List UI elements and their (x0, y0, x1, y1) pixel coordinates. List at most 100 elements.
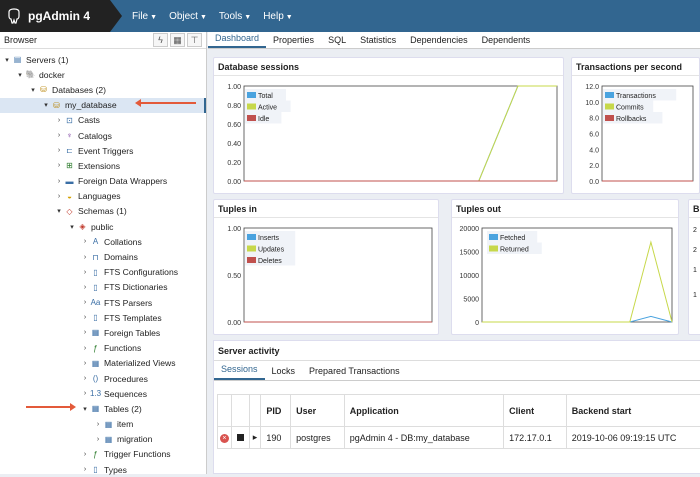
tree-item-functions[interactable]: ›ƒFunctions (0, 341, 206, 356)
expand-arrow-icon[interactable]: › (54, 178, 64, 185)
tree-item-catalogs[interactable]: ›♆Catalogs (0, 128, 206, 143)
extensions-icon: ⊞ (64, 161, 75, 170)
expand-arrow-icon[interactable]: › (80, 238, 90, 245)
expand-arrow-icon[interactable]: › (80, 284, 90, 291)
tree-item-trigger-functions[interactable]: ›ƒTrigger Functions (0, 447, 206, 462)
tree-item-label: Event Triggers (78, 146, 133, 156)
col-client[interactable]: Client (504, 395, 567, 427)
legend-label: Active (258, 105, 277, 112)
y-tick-label: 8.0 (589, 116, 599, 123)
legend-swatch (247, 234, 256, 240)
tab-dashboard[interactable]: Dashboard (208, 33, 266, 48)
tree-item-event-triggers[interactable]: ›⊏Event Triggers (0, 143, 206, 158)
tree-item-tables-2[interactable]: ▾▦Tables (2) (0, 401, 206, 416)
tree-item-sequences[interactable]: ›1.3Sequences (0, 386, 206, 401)
expand-arrow-icon[interactable]: › (80, 329, 90, 336)
legend-label: Commits (616, 105, 644, 112)
tree-item-label: Languages (78, 191, 121, 201)
expand-arrow-icon[interactable]: › (80, 466, 90, 473)
expand-arrow-icon[interactable]: › (93, 421, 103, 428)
expand-arrow-icon[interactable]: › (80, 314, 90, 321)
tree-item-databases-2[interactable]: ▾⛁Databases (2) (0, 82, 206, 97)
tree-item-servers-1[interactable]: ▾▤Servers (1) (0, 52, 206, 67)
filter-icon[interactable]: ⊤ (187, 33, 202, 47)
query-tool-icon[interactable]: ϟ (153, 33, 168, 47)
col-user[interactable]: User (291, 395, 345, 427)
expand-arrow-icon[interactable]: › (54, 193, 64, 200)
expand-arrow-icon[interactable]: › (80, 451, 90, 458)
expand-arrow-icon[interactable]: › (80, 269, 90, 276)
tree-item-foreign-tables[interactable]: ›▦Foreign Tables (0, 325, 206, 340)
collapse-arrow-icon[interactable]: ▾ (54, 207, 64, 215)
menu-help[interactable]: Help▼ (263, 11, 293, 22)
menu-tools[interactable]: Tools▼ (219, 11, 251, 22)
tree-item-procedures[interactable]: ›()Procedures (0, 371, 206, 386)
table-row: × ▸ 190 postgres pgAdmin 4 - DB:my_datab… (218, 427, 700, 449)
tree-item-label: Sequences (104, 389, 147, 399)
table-icon: ▦ (103, 435, 114, 444)
collapse-arrow-icon[interactable]: ▾ (80, 405, 90, 413)
expand-arrow-icon[interactable]: › (80, 375, 90, 382)
col-backend-start[interactable]: Backend start (566, 395, 700, 427)
tree-item-label: Schemas (1) (78, 206, 127, 216)
tree-item-extensions[interactable]: ›⊞Extensions (0, 158, 206, 173)
expand-arrow-icon[interactable]: › (93, 436, 103, 443)
terminate-session-icon[interactable] (231, 427, 249, 449)
expand-arrow-icon[interactable]: › (80, 360, 90, 367)
expand-arrow-icon[interactable]: › (80, 390, 90, 397)
foreign-tables-icon: ▦ (90, 328, 101, 337)
expand-row-icon[interactable]: ▸ (249, 427, 261, 449)
y-tick-label: 15000 (460, 250, 480, 257)
menu-file[interactable]: File▼ (132, 11, 157, 22)
collapse-arrow-icon[interactable]: ▾ (67, 223, 77, 231)
tab-sql[interactable]: SQL (321, 35, 353, 48)
tab-prepared-transactions[interactable]: Prepared Transactions (302, 366, 407, 380)
view-data-icon[interactable]: ▦ (170, 33, 185, 47)
tree-item-domains[interactable]: ›⊓Domains (0, 249, 206, 264)
collapse-arrow-icon[interactable]: ▾ (41, 101, 51, 109)
legend-label: Inserts (258, 235, 280, 242)
tree-item-materialized-views[interactable]: ›▦Materialized Views (0, 356, 206, 371)
tree-item-public[interactable]: ▾◈public (0, 219, 206, 234)
tree-item-fts-dictionaries[interactable]: ›▯FTS Dictionaries (0, 280, 206, 295)
cancel-query-icon[interactable]: × (218, 427, 232, 449)
tree-item-label: FTS Parsers (104, 298, 152, 308)
chart-title: Transactions per second (572, 58, 699, 76)
tree-item-fts-configurations[interactable]: ›▯FTS Configurations (0, 265, 206, 280)
domains-icon: ⊓ (90, 253, 101, 262)
y-tick-label: 1.00 (227, 226, 241, 233)
tab-dependencies[interactable]: Dependencies (403, 35, 475, 48)
collapse-arrow-icon[interactable]: ▾ (2, 56, 12, 64)
tree-item-types[interactable]: ›▯Types (0, 462, 206, 477)
expand-arrow-icon[interactable]: › (80, 299, 90, 306)
tree-item-languages[interactable]: ›◒Languages (0, 189, 206, 204)
tree-item-item[interactable]: ›▦item (0, 417, 206, 432)
expand-arrow-icon[interactable]: › (54, 147, 64, 154)
tree-item-collations[interactable]: ›ACollations (0, 234, 206, 249)
tab-locks[interactable]: Locks (265, 366, 303, 380)
menu-object[interactable]: Object▼ (169, 11, 207, 22)
expand-arrow-icon[interactable]: › (80, 345, 90, 352)
tab-sessions[interactable]: Sessions (214, 364, 265, 380)
main-area: Dashboard Properties SQL Statistics Depe… (208, 32, 700, 474)
col-pid[interactable]: PID (261, 395, 291, 427)
tab-properties[interactable]: Properties (266, 35, 321, 48)
series-line-returned (482, 242, 672, 322)
tree-item-schemas-1[interactable]: ▾◇Schemas (1) (0, 204, 206, 219)
tree-item-foreign-data-wrappers[interactable]: ›▬Foreign Data Wrappers (0, 174, 206, 189)
tree-item-docker[interactable]: ▾🐘docker (0, 67, 206, 82)
tree-item-casts[interactable]: ›⊡Casts (0, 113, 206, 128)
col-application[interactable]: Application (344, 395, 503, 427)
tree-item-fts-parsers[interactable]: ›AaFTS Parsers (0, 295, 206, 310)
tree-item-my-database[interactable]: ▾⛁my_database (0, 98, 206, 113)
expand-arrow-icon[interactable]: › (54, 132, 64, 139)
tab-dependents[interactable]: Dependents (475, 35, 538, 48)
expand-arrow-icon[interactable]: › (54, 117, 64, 124)
collapse-arrow-icon[interactable]: ▾ (15, 71, 25, 79)
expand-arrow-icon[interactable]: › (54, 162, 64, 169)
tree-item-migration[interactable]: ›▦migration (0, 432, 206, 447)
tab-statistics[interactable]: Statistics (353, 35, 403, 48)
expand-arrow-icon[interactable]: › (80, 254, 90, 261)
collapse-arrow-icon[interactable]: ▾ (28, 86, 38, 94)
tree-item-fts-templates[interactable]: ›▯FTS Templates (0, 310, 206, 325)
